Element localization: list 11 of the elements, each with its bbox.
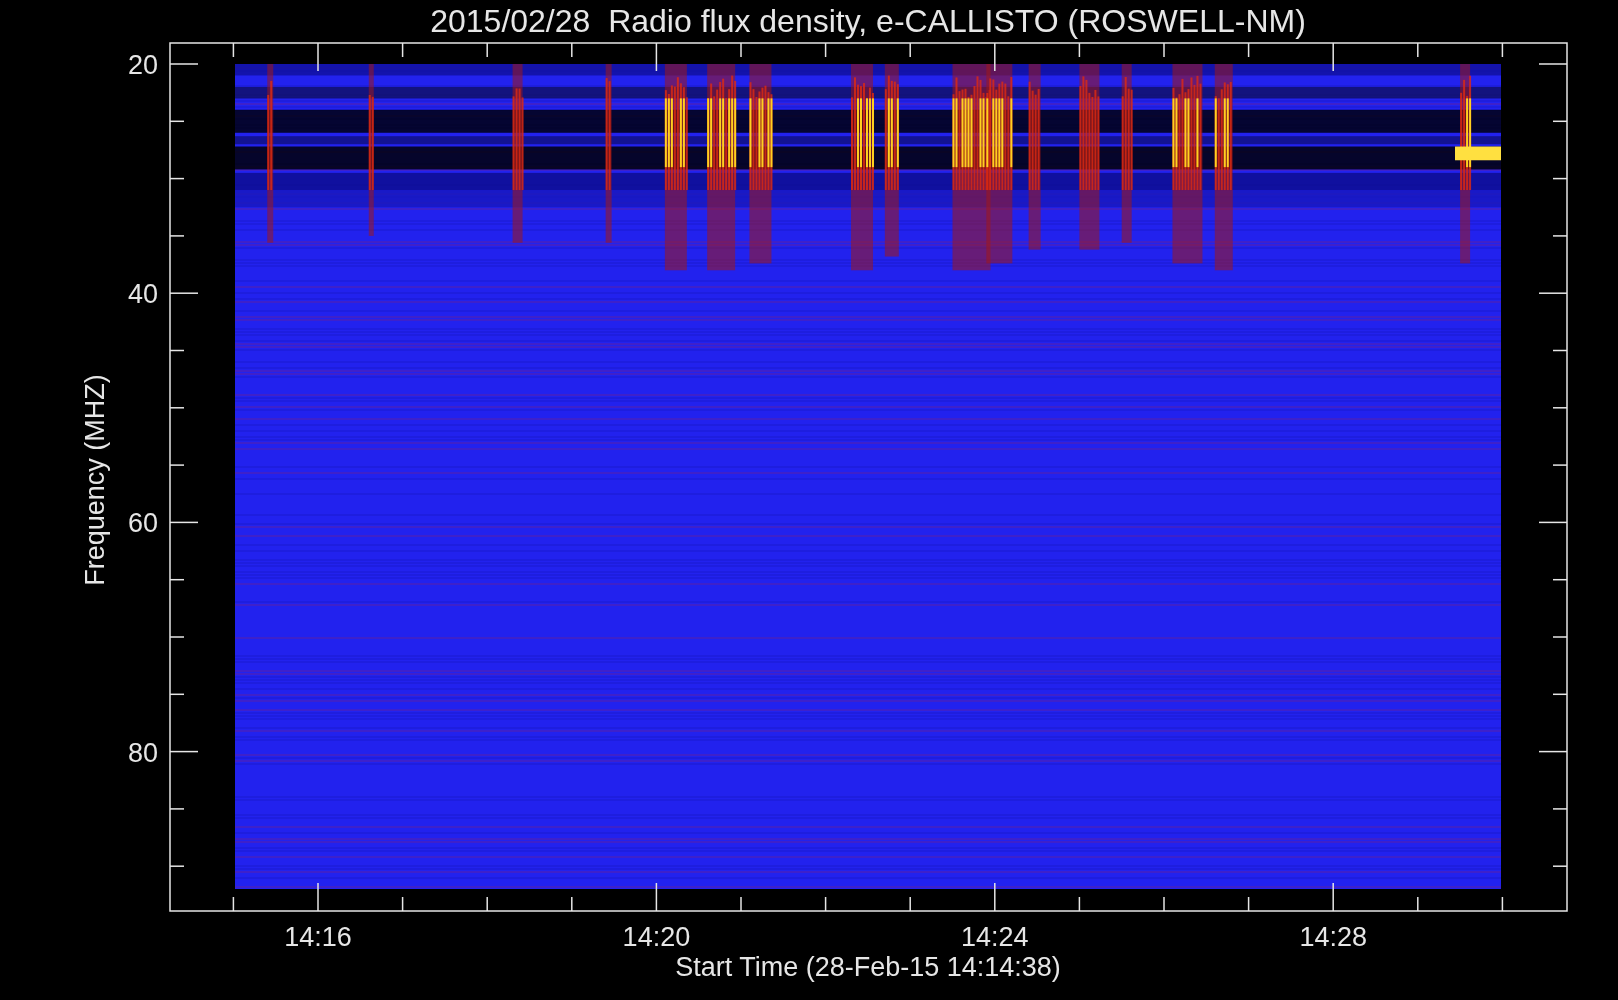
y-tick-label: 40 [127,279,158,310]
y-tick-label: 80 [127,737,158,768]
y-tick-label: 20 [127,50,158,80]
x-tick-label: 14:20 [622,922,691,952]
x-tick-label: 14:16 [284,922,352,952]
x-tick-label: 14:24 [961,922,1029,952]
chart-title: 2015/02/28 Radio flux density, e-CALLISTO (ROSWELL-NM) [430,3,1306,39]
x-axis-title: Start Time (28-Feb-15 14:14:38) [675,952,1061,982]
y-tick-label: 60 [127,508,158,539]
x-tick-label: 14:28 [1299,922,1367,952]
y-axis-title: Frequency (MHZ) [80,374,110,586]
